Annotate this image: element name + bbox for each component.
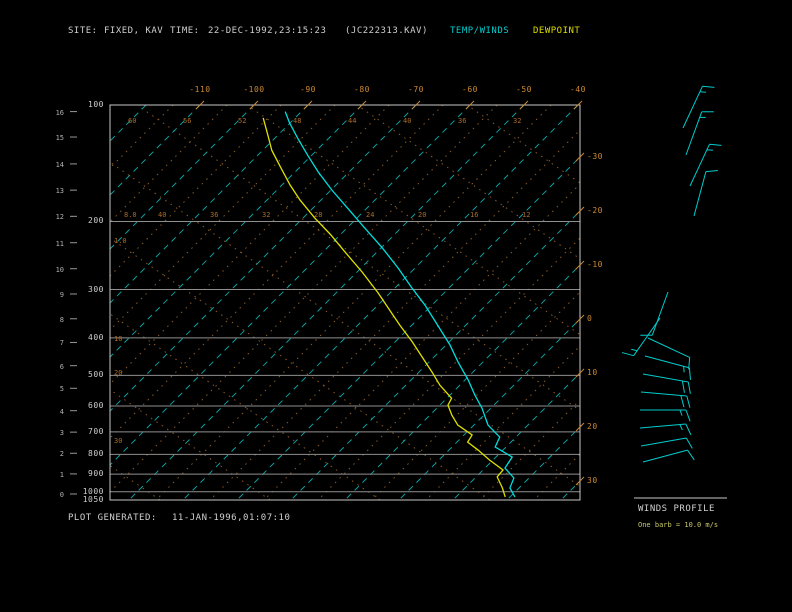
height-km-label: 10 [55,265,64,274]
pressure-tick-label: 700 [88,426,104,436]
pressure-tick-label: 400 [88,332,104,342]
adiabat-value-label: 60 [128,117,137,125]
adiabat-value-label: 44 [348,117,357,125]
adiabat-value-label: 20 [418,211,427,219]
top-temp-label: -60 [462,85,478,94]
wind-barb [685,111,714,156]
height-km-label: 9 [59,290,64,299]
winds-profile-title: WINDS PROFILE [638,504,715,514]
height-km-label: 2 [59,450,64,459]
height-km-label: 0 [59,490,64,499]
pressure-tick-label: 600 [88,400,104,410]
adiabat-value-label: 32 [262,211,271,219]
plot-generated-value: 11-JAN-1996,01:07:10 [172,513,291,523]
wind-barb [644,355,691,380]
adiabat-value-label: 32 [513,117,522,125]
right-temp-label: -30 [587,152,603,161]
height-km-label: 3 [59,429,64,438]
top-temp-label: -100 [243,85,265,94]
top-temp-label: -40 [570,85,586,94]
height-km-label: 16 [55,108,64,117]
wind-barb [693,170,718,217]
right-temp-label: -10 [587,260,603,269]
adiabat-value-label: 1.0 [114,237,127,245]
pressure-tick-label: 300 [88,284,104,294]
adiabat-value-label: 24 [366,211,375,219]
adiabat-value-label: 8.0 [124,211,137,219]
adiabat-value-label: 28 [314,211,323,219]
height-km-label: 1 [59,470,64,479]
pressure-tick-label: 1050 [82,495,104,504]
top-temp-label: -90 [300,85,316,94]
right-temp-label: 0 [587,314,593,323]
wind-barb [640,391,691,408]
wind-barb [689,143,722,187]
adiabat-value-label: 10 [114,335,123,343]
barb-scale-note: One barb = 10.0 m/s [638,521,719,529]
right-temp-label: 30 [587,476,598,485]
height-km-label: 14 [55,160,64,169]
height-km-label: 8 [59,315,64,324]
wind-barb [640,437,693,449]
height-km-label: 5 [59,385,64,394]
adiabat-value-label: 40 [403,117,412,125]
height-km-label: 6 [59,362,64,371]
top-temp-label: -110 [189,85,211,94]
wind-barb [647,337,691,370]
adiabat-value-label: 20 [114,369,123,377]
height-km-label: 12 [55,213,64,222]
adiabat-value-label: 56 [183,117,192,125]
top-temp-label: -80 [354,85,370,94]
height-km-label: 7 [59,339,64,348]
wind-barb [642,449,695,463]
wind-barb [682,85,715,129]
pressure-tick-label: 500 [88,370,104,380]
right-temp-label: 20 [587,422,598,431]
top-temp-label: -70 [408,85,424,94]
height-km-label: 13 [55,187,64,196]
pressure-tick-label: 900 [88,469,104,479]
adiabat-value-label: 48 [293,117,302,125]
adiabat-value-label: 36 [458,117,467,125]
height-km-label: 15 [55,134,64,143]
adiabat-value-label: 52 [238,117,247,125]
adiabat-value-label: 40 [158,211,167,219]
skewt-app-window: SITE: FIXED, KAV TIME: 22-DEC-1992,23:15… [0,0,792,612]
wind-barb [621,317,661,357]
pressure-tick-label: 100 [88,100,104,109]
height-km-label: 4 [59,407,64,416]
right-temp-label: 10 [587,368,598,377]
pressure-tick-label: 200 [88,216,104,226]
height-km-label: 11 [55,239,64,248]
adiabat-value-label: 16 [470,211,479,219]
wind-barb [640,291,669,336]
wind-barb [639,423,692,436]
pressure-tick-label: 800 [88,449,104,459]
wind-barb [640,409,691,422]
right-temp-label: -20 [587,206,603,215]
wind-barb [642,373,691,394]
adiabat-value-label: 12 [522,211,531,219]
top-temp-label: -50 [516,85,532,94]
adiabat-value-label: 30 [114,437,123,445]
plot-generated-label: PLOT GENERATED: [68,513,157,523]
adiabat-value-label: 36 [210,211,219,219]
